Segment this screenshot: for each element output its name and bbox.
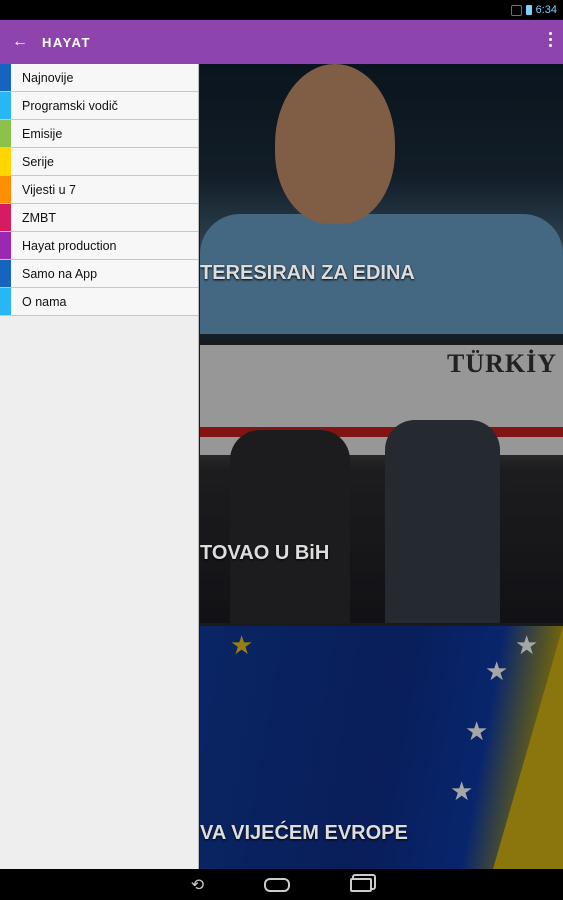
category-color-bar [0, 92, 11, 119]
drawer-item-label: Emisije [22, 126, 63, 141]
drawer-item-label: Vijesti u 7 [22, 182, 76, 197]
category-color-bar [0, 232, 11, 259]
card-headline: TERESIRAN ZA EDINA [200, 262, 415, 284]
nav-recents-icon[interactable] [350, 877, 373, 892]
system-nav-bar: ⟲ [0, 869, 563, 900]
drawer-item-label: Najnovije [22, 70, 74, 85]
drawer-item-serije[interactable]: Serije [0, 148, 198, 176]
wifi-icon [510, 4, 522, 16]
category-color-bar [0, 120, 11, 147]
category-color-bar [0, 288, 11, 315]
news-card[interactable]: ★ ★ ★ ★ ★ VA VIJEĆEM EVROPE [200, 626, 563, 869]
category-color-bar [0, 148, 11, 175]
card-headline: TOVAO U BiH [200, 542, 330, 564]
drawer-item-label: Hayat production [22, 238, 117, 253]
drawer-item-label: Serije [22, 154, 54, 169]
back-arrow-icon[interactable]: ← [12, 33, 42, 51]
clock: 6:34 [535, 4, 557, 16]
drawer-item-vijesti-u-7[interactable]: Vijesti u 7 [0, 176, 198, 204]
news-card[interactable]: TERESIRAN ZA EDINA [200, 64, 563, 342]
nav-home-icon[interactable] [264, 877, 291, 892]
news-card[interactable]: TÜRKİY TOVAO U BiH [200, 345, 563, 623]
app-bar: ← HAYAT [0, 20, 563, 64]
nav-back-icon[interactable]: ⟲ [191, 875, 204, 895]
drawer-item-label: ZMBT [22, 210, 57, 225]
drawer-item-zmbt[interactable]: ZMBT [0, 204, 198, 232]
drawer-item-hayat-production[interactable]: Hayat production [0, 232, 198, 260]
drawer-item-label: Programski vodič [22, 98, 118, 113]
drawer-item-programski-vodic[interactable]: Programski vodič [0, 92, 198, 120]
drawer-item-emisije[interactable]: Emisije [0, 120, 198, 148]
drawer-item-o-nama[interactable]: O nama [0, 288, 198, 316]
drawer-item-najnovije[interactable]: Najnovije [0, 64, 198, 92]
navigation-drawer: Najnovije Programski vodič Emisije Serij… [0, 64, 199, 869]
category-color-bar [0, 260, 11, 287]
drawer-item-samo-na-app[interactable]: Samo na App [0, 260, 198, 288]
news-feed[interactable]: TERESIRAN ZA EDINA TÜRKİY TOVAO U BiH ★ … [200, 64, 563, 869]
status-bar: 6:34 [0, 0, 563, 20]
app-title: HAYAT [42, 34, 91, 50]
category-color-bar [0, 176, 11, 203]
battery-icon [525, 5, 532, 15]
category-color-bar [0, 204, 11, 231]
drawer-item-label: Samo na App [22, 266, 98, 281]
card-headline: VA VIJEĆEM EVROPE [200, 822, 408, 844]
category-color-bar [0, 64, 11, 91]
more-vert-icon[interactable] [549, 32, 553, 47]
drawer-item-label: O nama [22, 294, 67, 309]
